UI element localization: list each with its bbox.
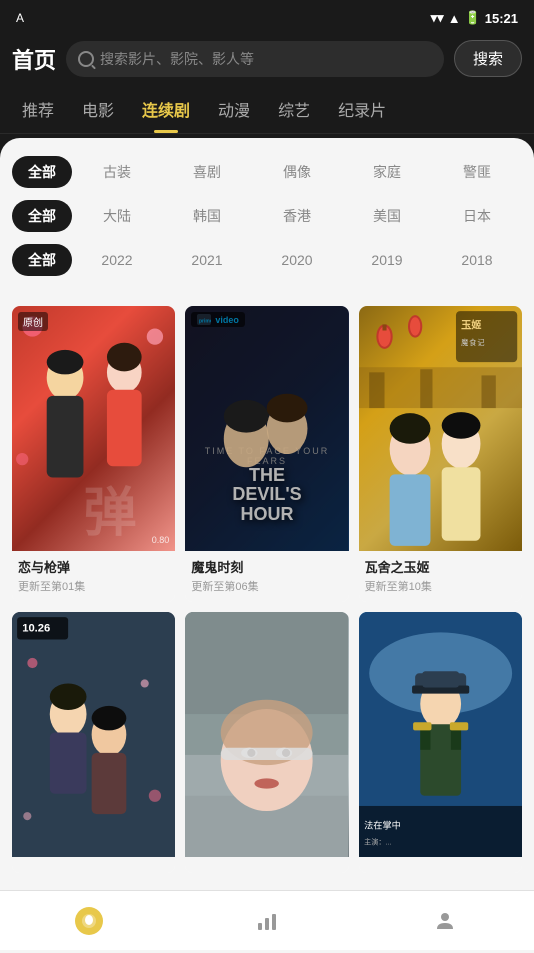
poster-lianyuqiangdan: 原创 0.80 (12, 306, 175, 551)
tab-documentary[interactable]: 纪录片 (324, 85, 400, 133)
filter-tag-meiguo[interactable]: 美国 (367, 202, 407, 230)
card-5[interactable] (185, 612, 348, 873)
filter-tags-region: 大陆 韩国 香港 美国 日本 (72, 202, 522, 230)
app-icon: A (16, 11, 24, 25)
battery-icon: 🔋 (465, 10, 481, 26)
bottom-nav (0, 890, 534, 950)
card-4[interactable]: 10.26 (12, 612, 175, 873)
nav-tabs: 推荐 电影 连续剧 动漫 综艺 纪录片 (0, 85, 534, 134)
filter-tag-2022[interactable]: 2022 (95, 248, 138, 272)
poster-art-5 (185, 612, 348, 857)
search-icon (78, 51, 94, 67)
chart-icon (253, 907, 281, 935)
filter-tag-hanguo[interactable]: 韩国 (187, 202, 227, 230)
poster-art-2 (185, 306, 348, 551)
time-display: 15:21 (485, 11, 518, 26)
card-info-2: 魔鬼时刻 更新至第06集 (185, 551, 348, 602)
card-info-6 (359, 857, 522, 873)
card-title-3: 瓦舍之玉姬 (365, 557, 516, 576)
search-button[interactable]: 搜索 (454, 40, 522, 77)
card-sub-1: 更新至第01集 (18, 578, 169, 594)
home-svg (81, 913, 97, 929)
card-title-2: 魔鬼时刻 (191, 557, 342, 576)
poster-art-4: 10.26 (12, 612, 175, 857)
filter-tag-jiating[interactable]: 家庭 (367, 158, 407, 186)
tab-recommend[interactable]: 推荐 (8, 85, 68, 133)
filter-section: 全部 古装 喜剧 偶像 家庭 警匪 全部 大陆 韩国 香港 美国 日本 全部 2… (0, 138, 534, 294)
filter-row-region: 全部 大陆 韩国 香港 美国 日本 (0, 194, 534, 238)
poster-art-3: 玉姬 魔 食 记 (359, 306, 522, 551)
poster-art-6: 法在掌中 主演：... (359, 612, 522, 857)
svg-text:玉姬: 玉姬 (461, 318, 481, 331)
filter-tag-jingtan[interactable]: 警匪 (457, 158, 497, 186)
filter-tags-year: 2022 2021 2020 2019 2018 (72, 248, 522, 272)
card-6[interactable]: 法在掌中 主演：... (359, 612, 522, 873)
svg-text:记: 记 (477, 339, 484, 347)
tab-movies[interactable]: 电影 (68, 85, 128, 133)
svg-text:10.26: 10.26 (22, 622, 50, 634)
card-moguishike[interactable]: prime video TIME TO FACE YOUR FEARS THED… (185, 306, 348, 602)
card-info-5 (185, 857, 348, 873)
poster-overlay-1: 原创 0.80 (12, 306, 175, 551)
card-washeziyuji[interactable]: 玉姬 魔 食 记 (359, 306, 522, 602)
filter-tag-2021[interactable]: 2021 (185, 248, 228, 272)
status-right: ▾▾ ▲ 🔋 15:21 (431, 10, 518, 26)
filter-tag-2020[interactable]: 2020 (275, 248, 318, 272)
bottom-nav-home[interactable] (55, 903, 123, 939)
svg-text:法在掌中: 法在掌中 (364, 819, 401, 830)
poster-4: 10.26 (12, 612, 175, 857)
svg-text:魔: 魔 (461, 338, 468, 347)
tab-series[interactable]: 连续剧 (128, 85, 204, 133)
filter-tag-2018[interactable]: 2018 (455, 248, 498, 272)
tab-variety[interactable]: 综艺 (264, 85, 324, 133)
filter-tag-2019[interactable]: 2019 (365, 248, 408, 272)
svg-text:主演：...: 主演：... (364, 838, 391, 847)
card-title-1: 恋与枪弹 (18, 557, 169, 576)
tab-anime[interactable]: 动漫 (204, 85, 264, 133)
status-bar: A ▾▾ ▲ 🔋 15:21 (0, 0, 534, 32)
poster-washeziyuji: 玉姬 魔 食 记 (359, 306, 522, 551)
poster-badge-1: 原创 (18, 312, 48, 331)
card-lianyuqiangdan[interactable]: 原创 0.80 (12, 306, 175, 602)
wifi-icon: ▾▾ (431, 10, 444, 26)
poster-moguishike: prime video TIME TO FACE YOUR FEARS THED… (185, 306, 348, 551)
filter-tag-xianggang[interactable]: 香港 (277, 202, 317, 230)
card-info-4 (12, 857, 175, 873)
header: 首页 搜索影片、影院、影人等 搜索 (0, 32, 534, 85)
chart-svg (255, 909, 279, 933)
poster-6: 法在掌中 主演：... (359, 612, 522, 857)
filter-all-region[interactable]: 全部 (12, 200, 72, 232)
filter-row-genre: 全部 古装 喜剧 偶像 家庭 警匪 (0, 150, 534, 194)
content-grid: 原创 0.80 (0, 294, 534, 953)
filter-tag-xiju[interactable]: 喜剧 (187, 158, 227, 186)
filter-tag-riben[interactable]: 日本 (457, 202, 497, 230)
filter-tags-genre: 古装 喜剧 偶像 家庭 警匪 (72, 158, 522, 186)
filter-tag-ouxiang[interactable]: 偶像 (277, 158, 317, 186)
filter-all-year[interactable]: 全部 (12, 244, 72, 276)
signal-icon: ▲ (448, 11, 461, 26)
card-sub-2: 更新至第06集 (191, 578, 342, 594)
profile-svg (433, 909, 457, 933)
page-title: 首页 (12, 43, 56, 75)
search-placeholder: 搜索影片、影院、影人等 (100, 49, 254, 69)
poster-5 (185, 612, 348, 857)
profile-icon (431, 907, 459, 935)
bottom-nav-chart[interactable] (233, 903, 301, 939)
filter-all-genre[interactable]: 全部 (12, 156, 72, 188)
filter-tag-guzhuang[interactable]: 古装 (97, 158, 137, 186)
card-sub-3: 更新至第10集 (365, 578, 516, 594)
card-info-3: 瓦舍之玉姬 更新至第10集 (359, 551, 522, 602)
svg-text:食: 食 (469, 338, 476, 347)
filter-tag-dalu[interactable]: 大陆 (97, 202, 137, 230)
card-info-1: 恋与枪弹 更新至第01集 (12, 551, 175, 602)
bottom-nav-profile[interactable] (411, 903, 479, 939)
home-icon (75, 907, 103, 935)
filter-row-year: 全部 2022 2021 2020 2019 2018 (0, 238, 534, 282)
search-bar[interactable]: 搜索影片、影院、影人等 (66, 41, 444, 77)
